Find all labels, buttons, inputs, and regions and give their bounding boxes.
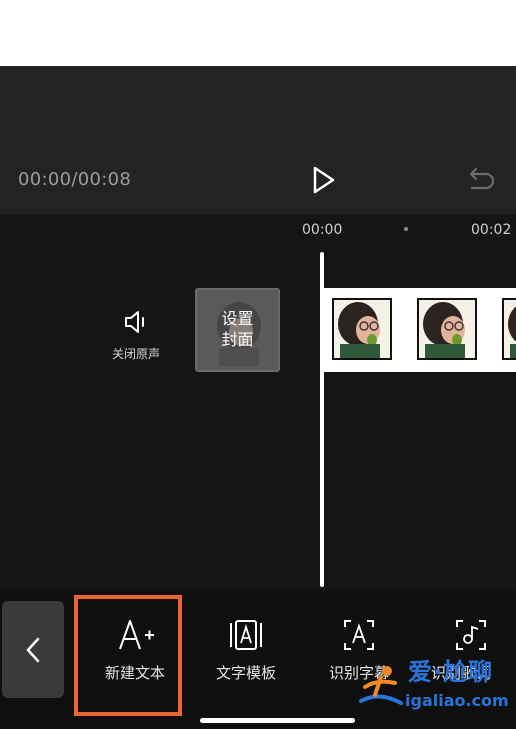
video-clip-track[interactable] [322, 288, 516, 372]
timeline-area[interactable] [0, 214, 516, 591]
playhead[interactable] [320, 252, 324, 587]
new-text-label: 新建文本 [104, 664, 165, 682]
undo-button[interactable] [466, 166, 496, 194]
play-icon [313, 166, 335, 194]
video-frame-thumbnail [332, 298, 392, 360]
text-template-button[interactable]: 文字模板 [196, 605, 296, 705]
set-cover-button[interactable]: 设置 封面 [195, 288, 280, 372]
add-text-icon [119, 620, 154, 650]
recognize-lyrics-icon [456, 620, 486, 650]
recognize-subtitles-icon [344, 620, 374, 650]
undo-icon [469, 167, 495, 190]
text-template-icon [230, 620, 262, 650]
new-text-button[interactable]: 新建文本 [85, 605, 185, 705]
play-button[interactable] [307, 164, 339, 196]
top-strip [0, 0, 516, 66]
text-template-label: 文字模板 [215, 664, 276, 682]
set-cover-label: 设置 封面 [197, 308, 278, 350]
time-ruler-label: 00:02 [471, 222, 512, 238]
time-ruler-label: 00:00 [302, 222, 343, 238]
mute-original-audio-button[interactable]: 关闭原声 [104, 304, 168, 368]
speaker-icon [125, 311, 144, 333]
chevron-left-icon [26, 637, 40, 663]
watermark-logo-icon [359, 666, 403, 705]
watermark: 爱·尬聊 igaliao.com [355, 655, 515, 719]
time-display: 00:00/00:08 [18, 169, 132, 190]
watermark-url: igaliao.com [405, 691, 509, 710]
mute-original-audio-label: 关闭原声 [111, 347, 160, 361]
video-frame-thumbnail [502, 298, 516, 360]
video-frame-thumbnail [417, 298, 477, 360]
back-button[interactable] [2, 601, 64, 698]
time-ruler-dot [404, 227, 408, 231]
set-cover-label-line: 设置 封面 [221, 309, 254, 349]
watermark-brand: 爱·尬聊 [408, 658, 494, 686]
home-indicator [200, 718, 355, 723]
